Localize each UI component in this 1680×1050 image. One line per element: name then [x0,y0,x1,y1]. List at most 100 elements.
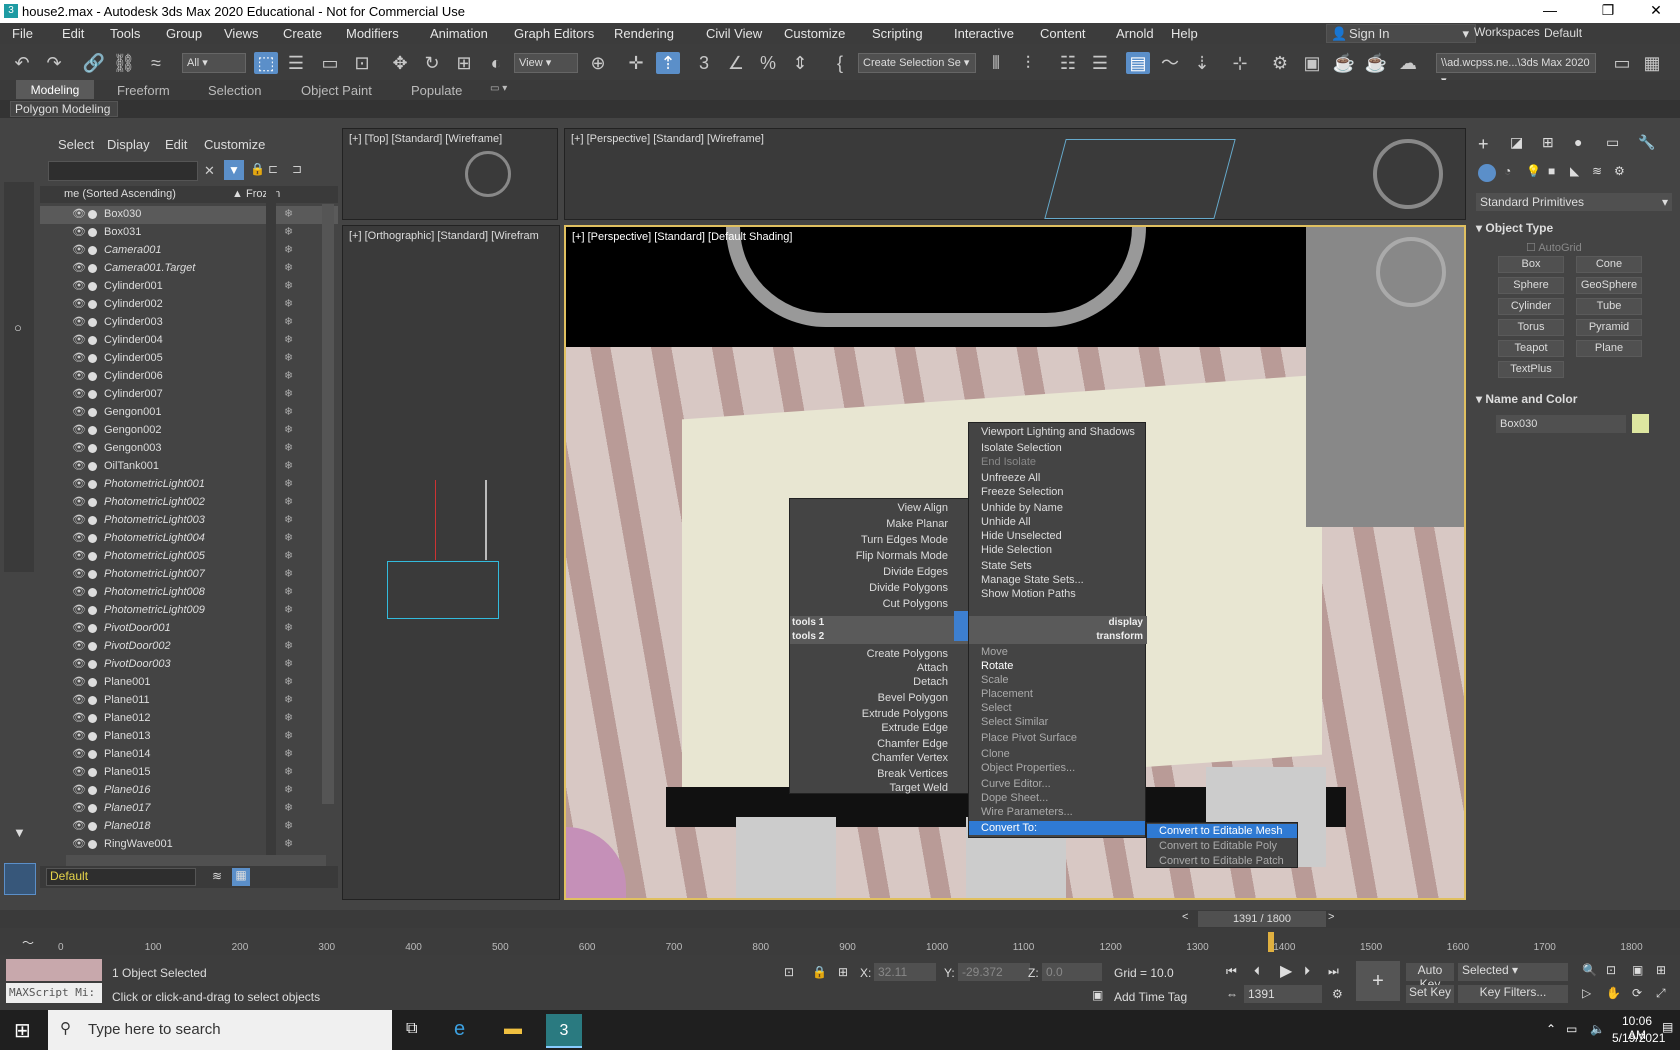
time-tag-icon[interactable]: ▣ [1092,988,1103,1002]
tab-select[interactable]: Select [58,137,94,152]
zoom-icon[interactable]: 🔍 [1582,963,1597,977]
auto-key-button[interactable]: Auto Key [1406,963,1454,991]
frozen-toggle-icon[interactable]: ❄ [284,405,293,418]
tab-customize[interactable]: Customize [204,137,265,152]
quad-item[interactable]: View Align [790,501,948,515]
quad-item[interactable]: Chamfer Edge [790,737,948,751]
frozen-toggle-icon[interactable]: ❄ [284,783,293,796]
render-iterative-icon[interactable]: ☕ [1364,52,1388,74]
zoom-all-icon[interactable]: ⊡ [1606,963,1616,977]
angle-snap-icon[interactable]: ∠ [724,52,748,74]
frozen-toggle-icon[interactable]: ❄ [284,621,293,634]
table-row[interactable]: 👁 Camera001 ❄ [40,242,338,260]
frozen-toggle-icon[interactable]: ❄ [284,279,293,292]
table-row[interactable]: 👁 Cylinder004 ❄ [40,332,338,350]
frozen-toggle-icon[interactable]: ❄ [284,207,293,220]
primitive-button-box[interactable]: Box [1498,256,1564,273]
menu-item-graph-editors[interactable]: Graph Editors [514,26,594,41]
table-row[interactable]: 👁 PivotDoor001 ❄ [40,620,338,638]
visibility-eye-icon[interactable]: 👁 [72,441,86,454]
visibility-eye-icon[interactable]: 👁 [72,693,86,706]
key-filters-button[interactable]: Key Filters... [1458,985,1568,1003]
quad-item[interactable]: Move [969,645,1145,659]
quad-item[interactable]: Scale [969,673,1145,687]
menu-item-scripting[interactable]: Scripting [872,26,923,41]
frozen-toggle-icon[interactable]: ❄ [284,801,293,814]
visibility-eye-icon[interactable]: 👁 [72,729,86,742]
frozen-toggle-icon[interactable]: ❄ [284,711,293,724]
zoom-extents-icon[interactable]: ▣ [1632,963,1643,977]
table-row[interactable]: 👁 PhotometricLight004 ❄ [40,530,338,548]
menu-item-file[interactable]: File [12,26,33,41]
window-crossing-icon[interactable]: ⊡ [350,52,374,74]
layer-explorer-toggle-icon[interactable]: ▦ [232,868,250,886]
viewport-persp-label[interactable]: [+] [Perspective] [Standard] [Wireframe] [571,133,764,145]
table-row[interactable]: 👁 PhotometricLight005 ❄ [40,548,338,566]
project-path-dropdown[interactable]: \\ad.wcpss.ne...\3ds Max 2020 ▾ [1436,53,1596,87]
goto-start-icon[interactable]: ⏮ [1226,964,1237,979]
table-row[interactable]: 👁 Plane017 ❄ [40,800,338,818]
table-row[interactable]: 👁 Plane013 ❄ [40,728,338,746]
menu-item-group[interactable]: Group [166,26,202,41]
absolute-mode-icon[interactable]: ⊞ [838,965,848,979]
menu-item-animation[interactable]: Animation [430,26,488,41]
quad-item[interactable]: Turn Edges Mode [790,533,948,547]
lights-icon[interactable]: 💡 [1526,164,1541,178]
object-name[interactable]: Plane015 [104,766,151,778]
reference-coord-dropdown[interactable]: View ▾ [514,53,578,73]
quad-item[interactable]: Freeze Selection [981,485,1141,499]
visibility-eye-icon[interactable]: 👁 [72,567,86,580]
table-row[interactable]: 👁 Plane011 ❄ [40,692,338,710]
primitive-button-tube[interactable]: Tube [1576,298,1642,315]
visibility-eye-icon[interactable]: 👁 [72,405,86,418]
quad-item[interactable]: Unhide by Name [981,501,1141,515]
frozen-toggle-icon[interactable]: ❄ [284,729,293,742]
frozen-toggle-icon[interactable]: ❄ [284,225,293,238]
task-view-icon[interactable]: ⧉ [406,1020,417,1038]
object-name[interactable]: Plane013 [104,730,151,742]
table-row[interactable]: 👁 Gengon002 ❄ [40,422,338,440]
hierarchy-icon[interactable]: ⊏ [268,162,278,176]
visibility-eye-icon[interactable]: 👁 [72,657,86,670]
visibility-eye-icon[interactable]: 👁 [72,513,86,526]
layer-stack-icon[interactable]: ≋ [212,869,222,883]
object-name[interactable]: PivotDoor002 [104,640,171,652]
visibility-eye-icon[interactable]: 👁 [72,765,86,778]
object-name[interactable]: Gengon003 [104,442,162,454]
utilities-tab-icon[interactable]: 🔧 [1638,134,1655,151]
visibility-eye-icon[interactable]: 👁 [72,801,86,814]
table-row[interactable]: 👁 OilTank001 ❄ [40,458,338,476]
table-row[interactable]: 👁 PhotometricLight007 ❄ [40,566,338,584]
table-row[interactable]: 👁 Cylinder001 ❄ [40,278,338,296]
object-name[interactable]: Plane017 [104,802,151,814]
next-frame-icon[interactable]: > [1328,911,1334,923]
visibility-eye-icon[interactable]: 👁 [72,333,86,346]
frozen-toggle-icon[interactable]: ❄ [284,387,293,400]
menu-item-rendering[interactable]: Rendering [614,26,674,41]
visibility-eye-icon[interactable]: 👁 [72,279,86,292]
quad-item[interactable]: Manage State Sets... [981,573,1141,587]
file-explorer-icon[interactable]: ▬ [504,1018,522,1039]
orbit-icon[interactable]: ⟳ [1632,986,1642,1000]
object-name[interactable]: Cylinder002 [104,298,163,310]
viewcube[interactable] [1373,139,1443,209]
geometry-icon[interactable] [1478,164,1496,182]
primitive-button-geosphere[interactable]: GeoSphere [1576,277,1642,294]
table-row[interactable]: 👁 PhotometricLight001 ❄ [40,476,338,494]
quad-item[interactable]: Show Motion Paths [981,587,1141,601]
quad-item[interactable]: Select Similar [969,715,1145,729]
visibility-eye-icon[interactable]: 👁 [72,747,86,760]
add-time-tag[interactable]: Add Time Tag [1114,990,1187,1004]
frozen-toggle-icon[interactable]: ❄ [284,639,293,652]
frozen-toggle-icon[interactable]: ❄ [284,297,293,310]
visibility-eye-icon[interactable]: 👁 [72,621,86,634]
category-dropdown[interactable]: Standard Primitives ▾ [1476,193,1672,211]
visibility-eye-icon[interactable]: 👁 [72,603,86,616]
table-row[interactable]: 👁 Cylinder002 ❄ [40,296,338,314]
object-name[interactable]: Camera001.Target [104,262,195,274]
quad-item[interactable]: Rotate [969,659,1145,673]
object-name[interactable]: PivotDoor001 [104,622,171,634]
frozen-toggle-icon[interactable]: ❄ [284,531,293,544]
quad-item[interactable]: Attach [790,661,948,675]
z-coordinate-field[interactable]: 0.0 [1042,963,1102,981]
